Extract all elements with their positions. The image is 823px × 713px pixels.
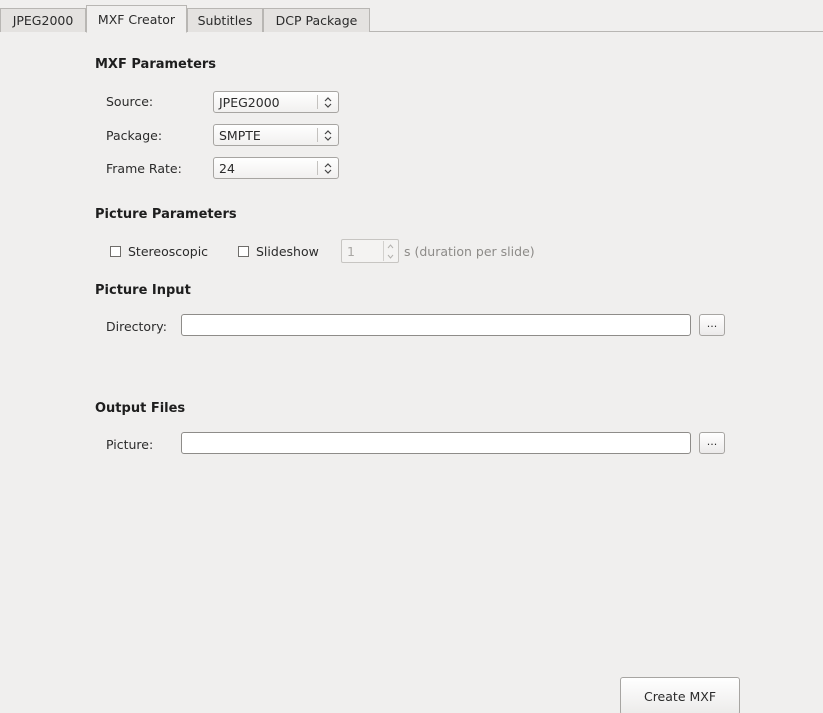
checkbox-box[interactable] <box>238 246 249 257</box>
frame-rate-label: Frame Rate: <box>106 161 182 176</box>
stereoscopic-checkbox[interactable]: Stereoscopic <box>110 244 208 259</box>
package-label: Package: <box>106 128 163 143</box>
create-mxf-button[interactable]: Create MXF <box>620 677 740 713</box>
output-files-heading: Output Files <box>95 401 186 416</box>
tab-jpeg2000[interactable]: JPEG2000 <box>0 8 86 32</box>
picture-output-input[interactable] <box>181 432 691 454</box>
source-combo[interactable]: JPEG2000 <box>213 91 339 113</box>
package-value: SMPTE <box>219 127 261 143</box>
spin-down-icon[interactable] <box>384 251 397 261</box>
updown-arrow-icon <box>318 162 338 174</box>
tab-subtitles[interactable]: Subtitles <box>187 8 263 32</box>
source-value: JPEG2000 <box>219 94 280 110</box>
directory-browse-button[interactable]: ... <box>699 314 725 336</box>
tab-mxf-creator[interactable]: MXF Creator <box>86 5 187 33</box>
picture-parameters-heading: Picture Parameters <box>95 207 237 222</box>
stereoscopic-label: Stereoscopic <box>128 244 209 259</box>
updown-arrow-icon <box>318 96 338 108</box>
spin-up-icon[interactable] <box>384 241 397 251</box>
source-label: Source: <box>106 94 154 109</box>
mxf-creator-window: JPEG2000 MXF Creator Subtitles DCP Packa… <box>0 0 823 713</box>
slideshow-checkbox[interactable]: Slideshow <box>238 244 319 259</box>
tab-dcp-package[interactable]: DCP Package <box>263 8 370 32</box>
mxf-parameters-heading: MXF Parameters <box>95 57 217 72</box>
directory-label: Directory: <box>106 319 167 334</box>
tab-bar: JPEG2000 MXF Creator Subtitles DCP Packa… <box>0 0 823 33</box>
slide-duration-suffix: s (duration per slide) <box>404 244 535 259</box>
slide-duration-value: 1 <box>347 243 355 259</box>
picture-input-heading: Picture Input <box>95 283 191 298</box>
frame-rate-combo[interactable]: 24 <box>213 157 339 179</box>
slideshow-label: Slideshow <box>256 244 319 259</box>
checkbox-box[interactable] <box>110 246 121 257</box>
frame-rate-value: 24 <box>219 160 235 176</box>
slide-duration-spinbox[interactable]: 1 <box>341 239 399 263</box>
directory-input[interactable] <box>181 314 691 336</box>
updown-arrow-icon <box>318 129 338 141</box>
picture-output-label: Picture: <box>106 437 154 452</box>
picture-output-browse-button[interactable]: ... <box>699 432 725 454</box>
package-combo[interactable]: SMPTE <box>213 124 339 146</box>
